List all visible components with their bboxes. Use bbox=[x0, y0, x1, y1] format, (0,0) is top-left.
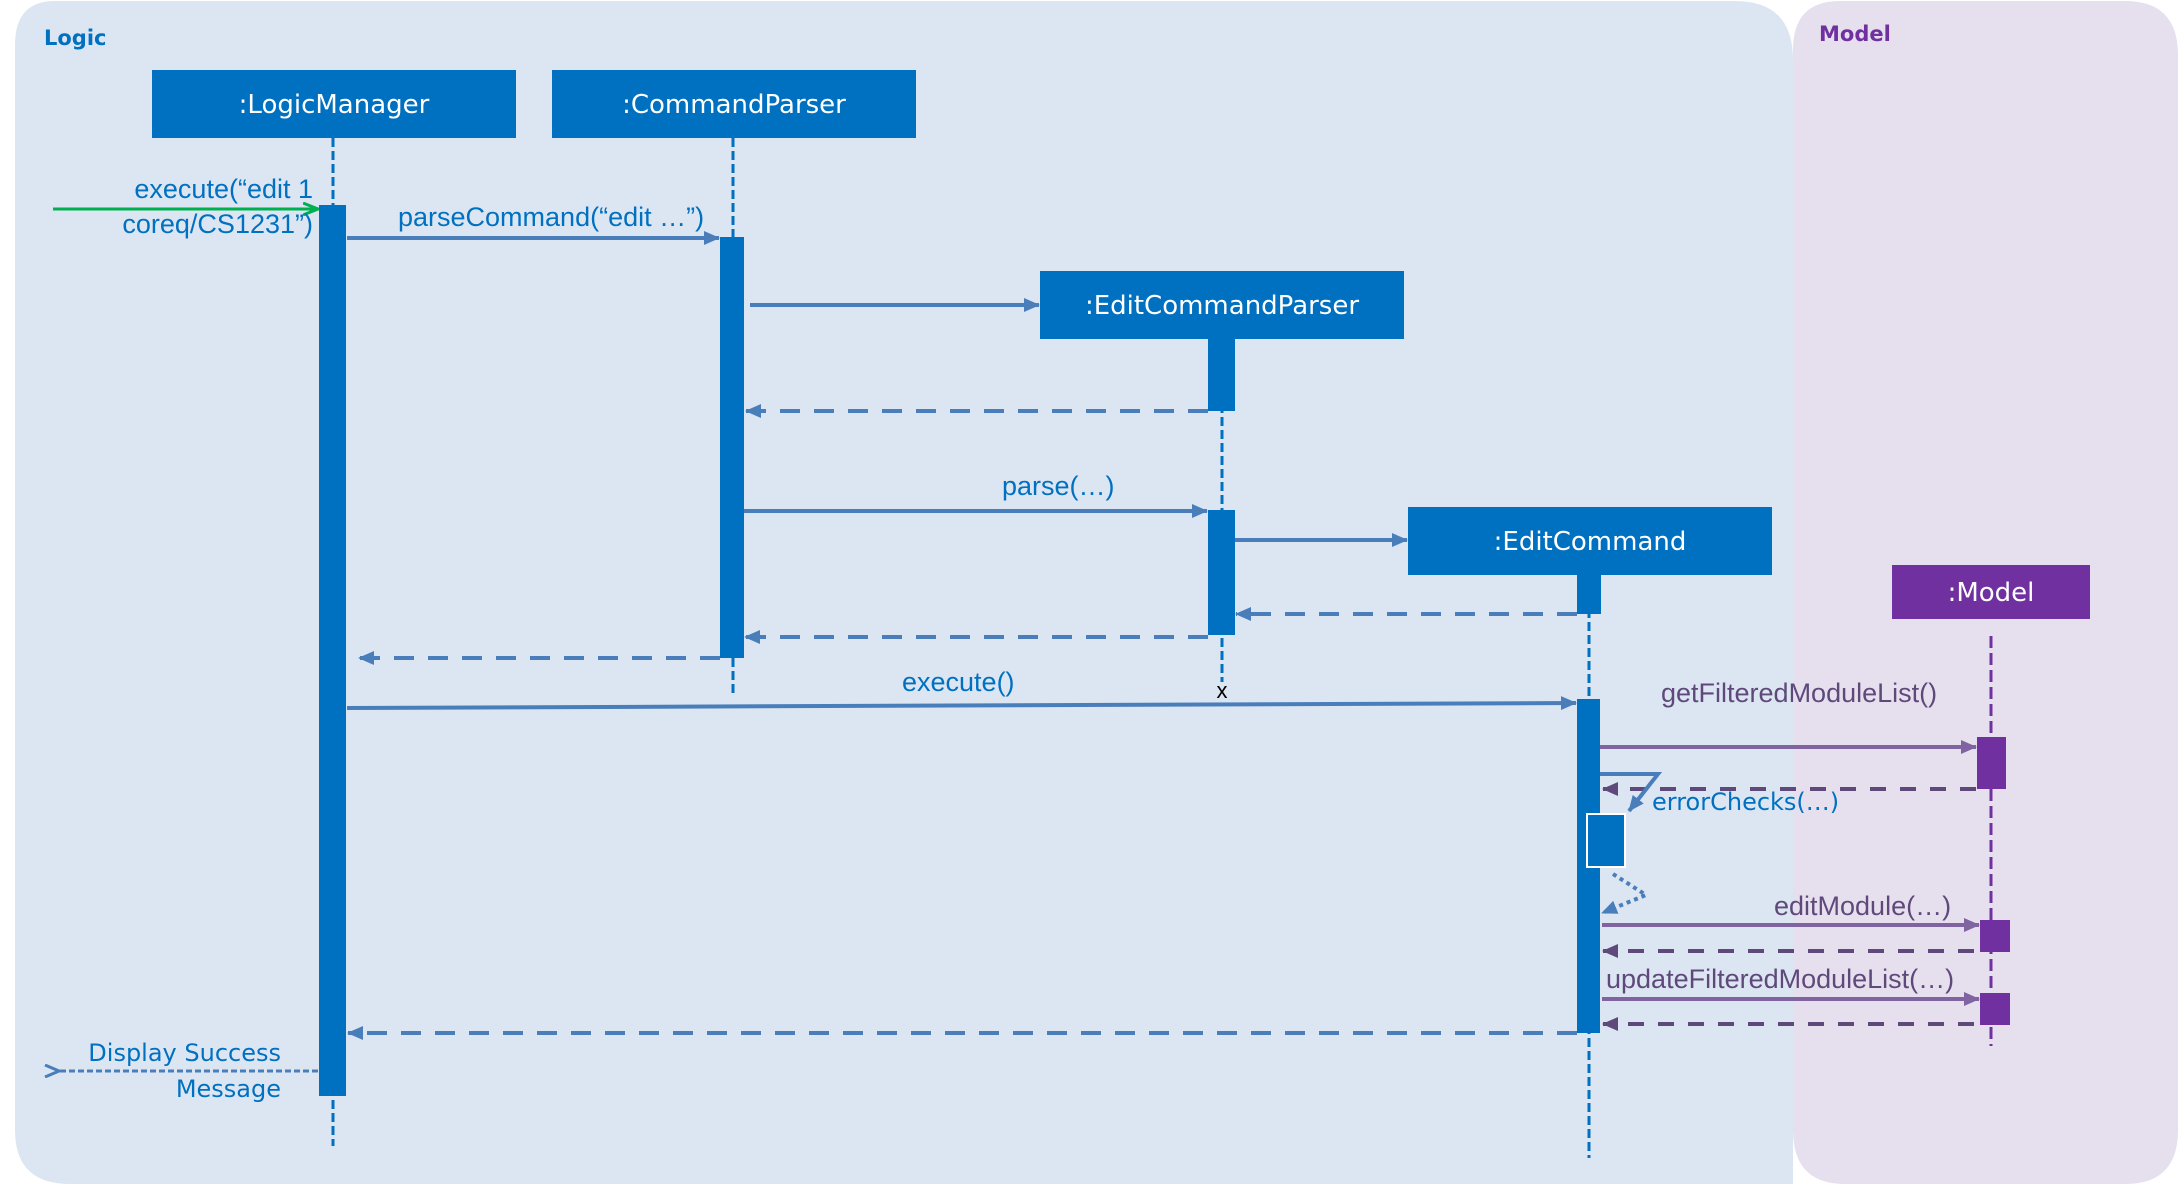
edit-command-parser-activation-2 bbox=[1208, 510, 1235, 635]
command-parser-activation bbox=[720, 237, 744, 658]
display-success-label-line1: Display Success bbox=[88, 1039, 281, 1067]
participant-label: :CommandParser bbox=[622, 90, 846, 120]
edit-command-activation-1 bbox=[1577, 575, 1601, 614]
get-filtered-module-list-label: getFilteredModuleList() bbox=[1661, 678, 1937, 708]
logic-manager-activation bbox=[319, 205, 346, 1096]
model-activation-1 bbox=[1977, 737, 2006, 789]
edit-command-self-activation bbox=[1586, 813, 1626, 868]
participant-edit-command-parser[interactable]: :EditCommandParser bbox=[1040, 271, 1404, 339]
update-filtered-module-list-label: updateFilteredModuleList(…) bbox=[1606, 964, 1954, 994]
error-checks-label: errorChecks(…) bbox=[1652, 788, 1839, 816]
display-success-label-line2: Message bbox=[176, 1075, 281, 1103]
edit-command-parser-activation-1 bbox=[1208, 339, 1235, 411]
model-activation-2 bbox=[1980, 920, 2010, 952]
execute-message-label-line1: execute(“edit 1 bbox=[134, 174, 313, 204]
model-package-label: Model bbox=[1819, 22, 1891, 46]
participant-label: :EditCommandParser bbox=[1085, 291, 1359, 321]
parse-label: parse(…) bbox=[1002, 471, 1115, 501]
execute-message-label-line2: coreq/CS1231”) bbox=[122, 209, 313, 239]
participant-edit-command[interactable]: :EditCommand bbox=[1408, 507, 1772, 575]
logic-package-label: Logic bbox=[44, 26, 107, 50]
participant-command-parser[interactable]: :CommandParser bbox=[552, 70, 916, 138]
participant-label: :Model bbox=[1948, 578, 2035, 608]
participant-model[interactable]: :Model bbox=[1892, 565, 2090, 619]
parse-command-label: parseCommand(“edit …”) bbox=[398, 202, 704, 232]
destroy-marker: x bbox=[1217, 678, 1228, 703]
participant-logic-manager[interactable]: :LogicManager bbox=[152, 70, 516, 138]
edit-module-label: editModule(…) bbox=[1774, 891, 1951, 921]
model-activation-3 bbox=[1980, 993, 2010, 1025]
execute-label: execute() bbox=[902, 667, 1015, 697]
participant-label: :LogicManager bbox=[239, 90, 430, 120]
sequence-diagram: Logic Model :LogicManager :CommandParser… bbox=[15, 1, 2178, 1184]
participant-label: :EditCommand bbox=[1494, 527, 1687, 557]
